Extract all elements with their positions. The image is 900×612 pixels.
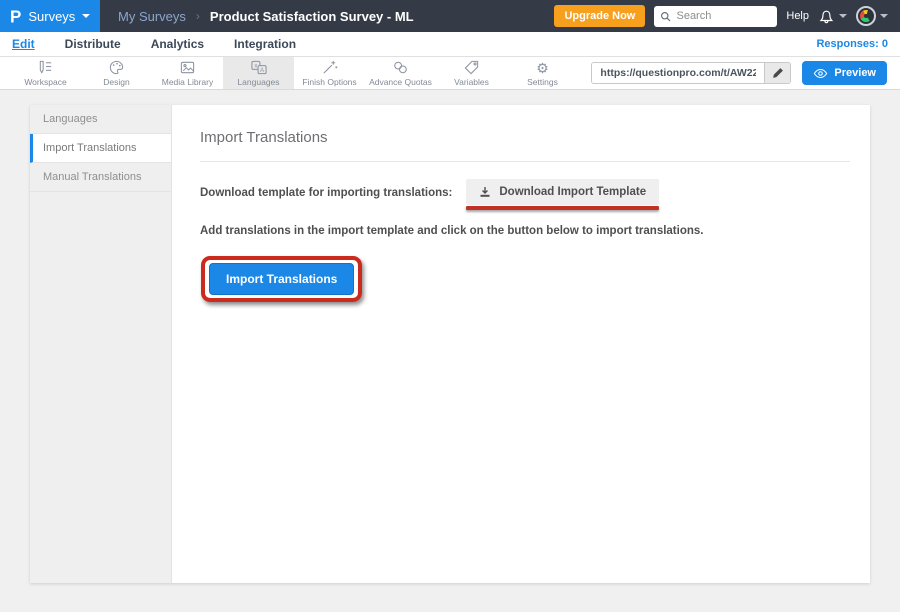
divider (200, 161, 850, 162)
download-import-template-button[interactable]: Download Import Template (466, 179, 659, 205)
tab-distribute[interactable]: Distribute (65, 37, 121, 51)
download-template-row: Download template for importing translat… (200, 179, 850, 210)
chevron-down-icon (839, 14, 847, 18)
edit-toolbar: Workspace Design Media Library (0, 57, 900, 90)
breadcrumb: My Surveys › Product Satisfaction Survey… (118, 9, 414, 24)
toolbar-tab-label: Settings (527, 77, 558, 87)
product-menu-label: Surveys (28, 9, 75, 24)
settings-icon: ⚙ (536, 60, 549, 76)
red-ring-annotation: Import Translations (201, 256, 362, 302)
breadcrumb-my-surveys[interactable]: My Surveys (118, 9, 186, 24)
tab-analytics[interactable]: Analytics (151, 37, 204, 51)
edit-url-button[interactable] (764, 63, 790, 83)
toolbar-tab-label: Advance Quotas (369, 77, 432, 87)
toolbar-right: Preview (591, 57, 900, 89)
upgrade-now-button[interactable]: Upgrade Now (554, 5, 645, 27)
languages-sidebar: Languages Import Translations Manual Tra… (30, 105, 172, 583)
finish-options-icon (321, 60, 338, 76)
languages-panel: Languages Import Translations Manual Tra… (30, 105, 870, 583)
toolbar-tab-label: Workspace (24, 77, 66, 87)
help-link[interactable]: Help (786, 10, 809, 22)
toolbar-tab-label: Media Library (162, 77, 214, 87)
survey-url-input[interactable] (592, 63, 764, 83)
avatar (856, 6, 876, 26)
download-button-wrap: Download Import Template (466, 179, 659, 210)
account-menu[interactable] (856, 6, 888, 26)
preview-label: Preview (834, 67, 876, 79)
import-translations-content: Import Translations Download template fo… (172, 105, 870, 583)
download-icon (479, 186, 491, 198)
toolbar-tab-label: Finish Options (302, 77, 356, 87)
sidebar-item-manual-translations[interactable]: Manual Translations (30, 163, 171, 192)
tab-integration[interactable]: Integration (234, 37, 296, 51)
toolbar-tab-finish-options[interactable]: Finish Options (294, 57, 365, 89)
chevron-down-icon (82, 14, 90, 18)
search-input[interactable] (676, 10, 771, 22)
toolbar-tab-languages[interactable]: x A Languages (223, 57, 294, 89)
sidebar-item-import-translations[interactable]: Import Translations (30, 134, 171, 163)
tab-edit[interactable]: Edit (12, 37, 35, 51)
section-nav: Edit Distribute Analytics Integration Re… (0, 32, 900, 57)
variables-icon (463, 60, 480, 76)
media-library-icon (179, 60, 196, 76)
notifications-menu[interactable] (818, 8, 847, 25)
toolbar-tab-settings[interactable]: ⚙ Settings (507, 57, 578, 89)
survey-url-group (591, 62, 791, 84)
breadcrumb-separator: › (196, 9, 200, 23)
workspace-icon (37, 60, 54, 76)
design-icon (108, 60, 125, 76)
topbar-right: Upgrade Now Help (554, 5, 900, 27)
download-template-label: Download template for importing translat… (200, 187, 452, 199)
toolbar-tab-media-library[interactable]: Media Library (152, 57, 223, 89)
top-bar: P Surveys My Surveys › Product Satisfact… (0, 0, 900, 32)
survey-title: Product Satisfaction Survey - ML (210, 9, 414, 24)
pencil-icon (772, 67, 784, 79)
svg-text:x: x (254, 63, 257, 70)
page-title: Import Translations (200, 129, 850, 146)
surveys-product-menu[interactable]: P Surveys (0, 0, 100, 32)
toolbar-tab-label: Design (103, 77, 129, 87)
instruction-text: Add translations in the import template … (200, 225, 850, 237)
chevron-down-icon (880, 14, 888, 18)
sidebar-item-languages[interactable]: Languages (30, 105, 171, 134)
toolbar-tab-label: Languages (237, 77, 279, 87)
questionpro-logo-icon: P (10, 7, 21, 25)
toolbar-tab-advance-quotas[interactable]: Advance Quotas (365, 57, 436, 89)
import-translations-button[interactable]: Import Translations (209, 263, 354, 295)
languages-icon: x A (250, 60, 268, 76)
global-search[interactable] (654, 6, 777, 27)
advance-quotas-icon (392, 60, 409, 76)
preview-button[interactable]: Preview (802, 61, 887, 85)
toolbar-tab-variables[interactable]: Variables (436, 57, 507, 89)
download-button-label: Download Import Template (499, 186, 646, 198)
bell-icon (818, 8, 835, 25)
toolbar-tab-design[interactable]: Design (81, 57, 152, 89)
search-icon (660, 10, 671, 23)
toolbar-tab-label: Variables (454, 77, 489, 87)
toolbar-tab-workspace[interactable]: Workspace (10, 57, 81, 89)
red-underline-annotation (466, 206, 659, 210)
eye-icon (813, 68, 828, 79)
responses-count[interactable]: Responses: 0 (816, 38, 888, 50)
